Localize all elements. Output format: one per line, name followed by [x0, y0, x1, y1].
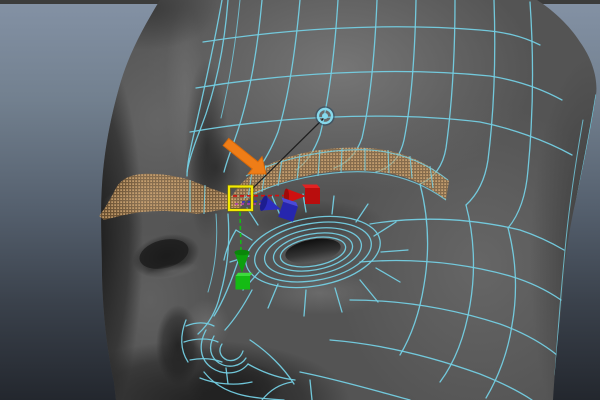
- toggle-dot[interactable]: [322, 113, 328, 119]
- orientation-toggle-handle[interactable]: [315, 106, 335, 126]
- x-cube-top: [302, 184, 320, 188]
- y-cube[interactable]: [235, 276, 251, 290]
- x-cube[interactable]: [305, 188, 320, 204]
- y-cube-top: [235, 272, 253, 276]
- head-mesh[interactable]: [47, 0, 600, 400]
- y-cone-base: [234, 249, 250, 256]
- viewport-3d[interactable]: [0, 0, 600, 400]
- scene: [47, 0, 600, 400]
